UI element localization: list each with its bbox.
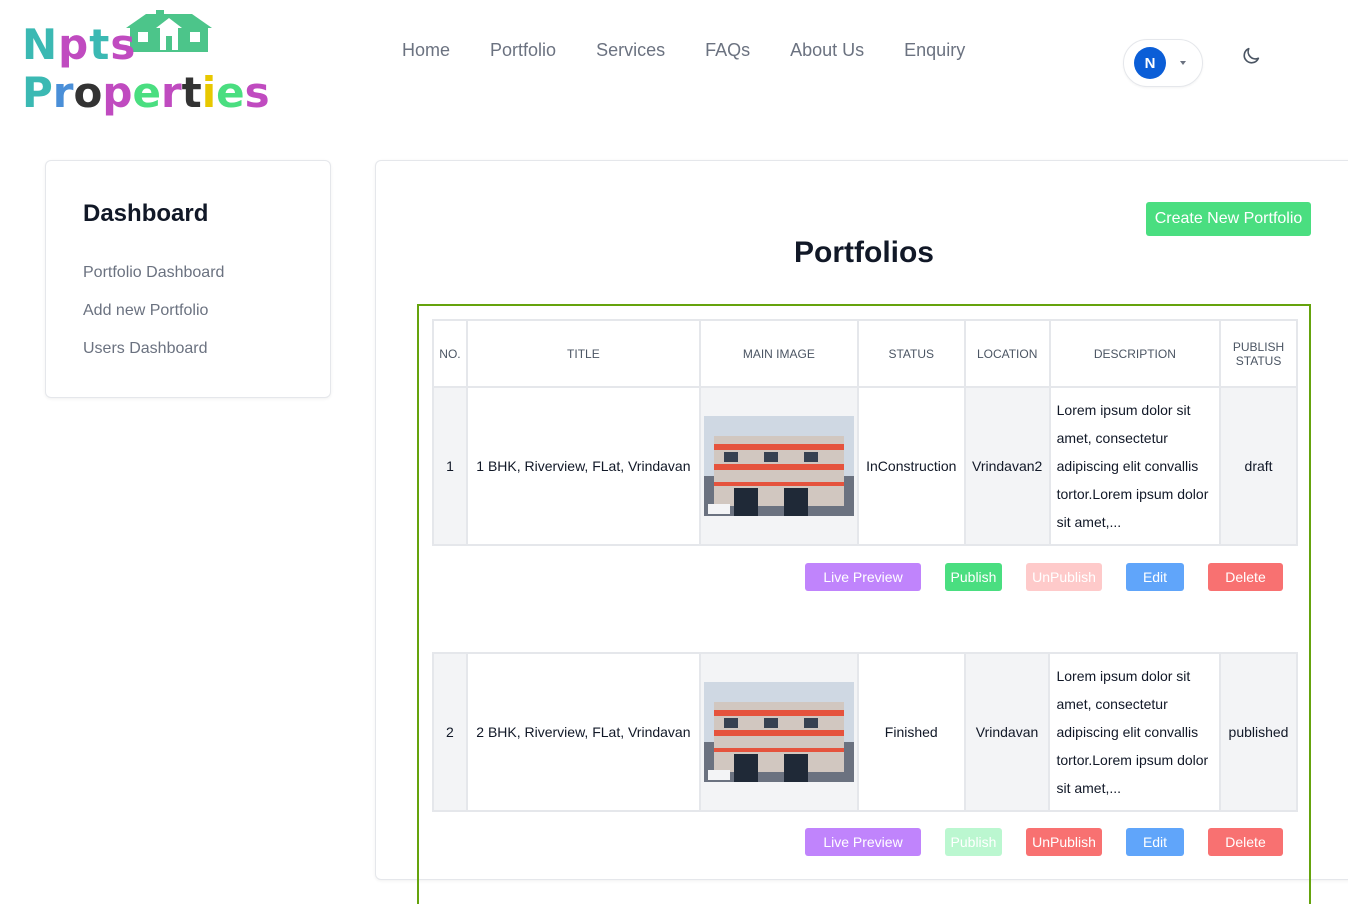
property-image — [703, 682, 854, 782]
cell-no: 1 — [432, 386, 468, 546]
nav-home[interactable]: Home — [402, 40, 450, 61]
logo-text-line2: Properties — [22, 68, 270, 117]
live-preview-button[interactable]: Live Preview — [805, 563, 921, 591]
delete-button[interactable]: Delete — [1208, 828, 1283, 856]
nav-enquiry[interactable]: Enquiry — [904, 40, 965, 61]
nav-services[interactable]: Services — [596, 40, 665, 61]
header-title: TITLE — [465, 319, 701, 388]
cell-status: InConstruction — [856, 386, 966, 546]
portfolio-list-frame: NO. TITLE MAIN IMAGE STATUS LOCATION DES… — [417, 304, 1311, 904]
page-title: Portfolios — [794, 236, 934, 269]
create-new-portfolio-button[interactable]: Create New Portfolio — [1146, 202, 1311, 236]
sidebar-item-add-new-portfolio[interactable]: Add new Portfolio — [83, 302, 208, 320]
edit-button[interactable]: Edit — [1126, 563, 1184, 591]
house-logo-icon — [126, 10, 212, 52]
portfolio-table-2: 2 2 BHK, Riverview, FLat, Vrindavan Fini… — [432, 652, 1298, 812]
table-row: 2 2 BHK, Riverview, FLat, Vrindavan Fini… — [432, 652, 1298, 812]
row-2-actions: Live Preview Publish UnPublish Edit Dele… — [419, 828, 1313, 858]
cell-publish-status: published — [1219, 652, 1298, 812]
moon-icon[interactable] — [1240, 45, 1262, 67]
header-main-image: MAIN IMAGE — [698, 319, 859, 388]
unpublish-button[interactable]: UnPublish — [1026, 563, 1102, 591]
cell-publish-status: draft — [1219, 386, 1298, 546]
cell-main-image — [698, 652, 859, 812]
sidebar-title: Dashboard — [83, 200, 209, 227]
header-location: LOCATION — [963, 319, 1051, 388]
main-nav: Home Portfolio Services FAQs About Us En… — [402, 40, 965, 61]
sidebar-item-portfolio-dashboard[interactable]: Portfolio Dashboard — [83, 264, 224, 282]
property-image — [703, 416, 854, 516]
avatar: N — [1134, 47, 1166, 79]
logo[interactable]: Npts Properties — [22, 10, 270, 117]
unpublish-button[interactable]: UnPublish — [1026, 828, 1102, 856]
user-menu-button[interactable]: N — [1123, 39, 1203, 87]
table-header-row: NO. TITLE MAIN IMAGE STATUS LOCATION DES… — [432, 319, 1298, 388]
cell-description: Lorem ipsum dolor sit amet, consectetur … — [1048, 652, 1222, 812]
cell-description: Lorem ipsum dolor sit amet, consectetur … — [1048, 386, 1222, 546]
sidebar: Dashboard Portfolio Dashboard Add new Po… — [45, 160, 331, 398]
table-row: 1 1 BHK, Riverview, FLat, Vrindavan InCo… — [432, 386, 1298, 546]
chevron-down-icon — [1180, 61, 1186, 65]
header-description: DESCRIPTION — [1048, 319, 1222, 388]
main-panel: Create New Portfolio Portfolios NO. TITL… — [375, 160, 1348, 904]
edit-button[interactable]: Edit — [1126, 828, 1184, 856]
cell-no: 2 — [432, 652, 468, 812]
nav-about-us[interactable]: About Us — [790, 40, 864, 61]
header-status: STATUS — [856, 319, 966, 388]
nav-portfolio[interactable]: Portfolio — [490, 40, 556, 61]
cell-location: Vrindavan — [963, 652, 1051, 812]
header-publish-status: PUBLISH STATUS — [1219, 319, 1298, 388]
nav-faqs[interactable]: FAQs — [705, 40, 750, 61]
sidebar-item-users-dashboard[interactable]: Users Dashboard — [83, 340, 208, 358]
header: Npts Properties Home Portfolio Services … — [0, 0, 1348, 120]
cell-status: Finished — [856, 652, 966, 812]
logo-text-line1: Npts — [22, 20, 137, 69]
publish-button[interactable]: Publish — [945, 828, 1002, 856]
cell-main-image — [698, 386, 859, 546]
row-1-actions: Live Preview Publish UnPublish Edit Dele… — [419, 563, 1313, 593]
cell-title: 1 BHK, Riverview, FLat, Vrindavan — [465, 386, 701, 546]
header-no: NO. — [432, 319, 468, 388]
publish-button[interactable]: Publish — [945, 563, 1002, 591]
live-preview-button[interactable]: Live Preview — [805, 828, 921, 856]
cell-location: Vrindavan2 — [963, 386, 1051, 546]
delete-button[interactable]: Delete — [1208, 563, 1283, 591]
cell-title: 2 BHK, Riverview, FLat, Vrindavan — [465, 652, 701, 812]
portfolio-table-1: NO. TITLE MAIN IMAGE STATUS LOCATION DES… — [432, 319, 1298, 546]
